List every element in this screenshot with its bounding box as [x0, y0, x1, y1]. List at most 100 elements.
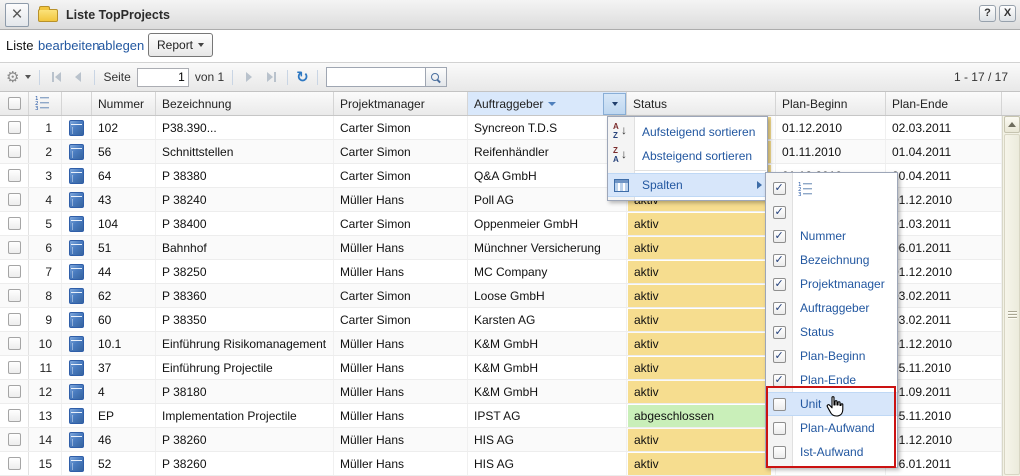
project-icon[interactable] — [69, 216, 84, 232]
checkbox-icon[interactable] — [773, 326, 786, 339]
icon-column-header[interactable] — [62, 92, 92, 115]
column-header-bezeichnung[interactable]: Bezeichnung — [156, 92, 334, 115]
column-header-projektmanager[interactable]: Projektmanager — [334, 92, 468, 115]
column-header-plan-ende[interactable]: Plan-Ende — [886, 92, 1002, 115]
menu-link-ablegen[interactable]: ablegen — [98, 38, 144, 53]
checkbox-unchecked-icon[interactable] — [770, 419, 788, 437]
checkbox-icon[interactable] — [773, 398, 786, 411]
project-icon[interactable] — [69, 240, 84, 256]
column-toggle-icon-column[interactable] — [766, 200, 897, 224]
page-number-input[interactable] — [137, 68, 189, 87]
project-icon[interactable] — [69, 192, 84, 208]
checkbox-checked-icon[interactable] — [770, 275, 788, 293]
column-toggle-nummer[interactable]: Nummer — [766, 224, 897, 248]
refresh-icon[interactable]: ↻ — [296, 70, 309, 85]
checkbox-checked-icon[interactable] — [770, 227, 788, 245]
project-icon[interactable] — [69, 168, 84, 184]
project-icon[interactable] — [69, 384, 84, 400]
project-icon[interactable] — [69, 432, 84, 448]
checkbox-checked-icon[interactable] — [770, 371, 788, 389]
row-checkbox[interactable] — [8, 433, 21, 446]
column-toggle-bezeichnung[interactable]: Bezeichnung — [766, 248, 897, 272]
row-checkbox[interactable] — [8, 193, 21, 206]
row-checkbox[interactable] — [8, 241, 21, 254]
project-icon[interactable] — [69, 144, 84, 160]
project-icon[interactable] — [69, 264, 84, 280]
previous-page-button[interactable] — [70, 69, 86, 85]
project-icon[interactable] — [69, 408, 84, 424]
checkbox-unchecked-icon[interactable] — [770, 443, 788, 461]
checkbox-icon[interactable] — [773, 422, 786, 435]
checkbox-icon[interactable] — [773, 350, 786, 363]
column-toggle-ist-aufwand[interactable]: Ist-Aufwand — [766, 440, 897, 464]
project-icon[interactable] — [69, 336, 84, 352]
vertical-scrollbar[interactable] — [1002, 116, 1020, 476]
column-header-plan-beginn[interactable]: Plan-Beginn — [776, 92, 886, 115]
row-checkbox[interactable] — [8, 169, 21, 182]
column-toggle-plan-aufwand[interactable]: Plan-Aufwand — [766, 416, 897, 440]
select-all-checkbox-cell[interactable] — [0, 92, 29, 115]
search-button[interactable] — [425, 67, 447, 87]
column-toggle-plan-ende[interactable]: Plan-Ende — [766, 368, 897, 392]
column-header-nummer[interactable]: Nummer — [92, 92, 156, 115]
checkbox-icon[interactable] — [773, 230, 786, 243]
next-page-button[interactable] — [241, 69, 257, 85]
gear-icon[interactable]: ⚙ — [6, 70, 19, 85]
checkbox-icon[interactable] — [773, 278, 786, 291]
row-checkbox[interactable] — [8, 217, 21, 230]
project-icon[interactable] — [69, 312, 84, 328]
checkbox-icon[interactable] — [773, 374, 786, 387]
checkbox-icon[interactable] — [773, 254, 786, 267]
window-close-button[interactable]: X — [999, 5, 1016, 22]
help-button[interactable]: ? — [979, 5, 996, 22]
menu-item-aufsteigend-sortieren[interactable]: AZ↓Aufsteigend sortieren — [608, 120, 767, 144]
table-row[interactable]: 256SchnittstellenCarter SimonReifenhändl… — [0, 140, 1002, 164]
scroll-up-button[interactable] — [1004, 116, 1020, 133]
select-all-checkbox[interactable] — [8, 97, 21, 110]
project-icon[interactable] — [69, 360, 84, 376]
close-icon[interactable]: × — [5, 3, 29, 27]
project-icon[interactable] — [69, 288, 84, 304]
column-header-status[interactable]: Status — [627, 92, 776, 115]
row-checkbox[interactable] — [8, 145, 21, 158]
checkbox-checked-icon[interactable] — [770, 299, 788, 317]
gear-dropdown-icon[interactable] — [25, 75, 31, 79]
row-checkbox[interactable] — [8, 121, 21, 134]
report-dropdown-button[interactable]: Report — [148, 33, 213, 57]
checkbox-icon[interactable] — [773, 182, 786, 195]
column-toggle-status[interactable]: Status — [766, 320, 897, 344]
checkbox-checked-icon[interactable] — [770, 203, 788, 221]
row-checkbox[interactable] — [8, 265, 21, 278]
checkbox-icon[interactable] — [773, 206, 786, 219]
table-row[interactable]: 1102P38.390...Carter SimonSyncreon T.D.S… — [0, 116, 1002, 140]
search-input[interactable] — [326, 67, 425, 87]
column-toggle-row-number[interactable]: 123 — [766, 176, 897, 200]
row-checkbox[interactable] — [8, 313, 21, 326]
column-dropdown-trigger[interactable] — [603, 93, 626, 115]
project-icon[interactable] — [69, 456, 84, 472]
last-page-button[interactable] — [263, 69, 279, 85]
row-checkbox[interactable] — [8, 361, 21, 374]
column-toggle-projektmanager[interactable]: Projektmanager — [766, 272, 897, 296]
column-toggle-unit[interactable]: Unit — [766, 392, 897, 416]
menu-item-spalten[interactable]: Spalten — [608, 173, 767, 197]
checkbox-checked-icon[interactable] — [770, 251, 788, 269]
project-icon[interactable] — [69, 120, 84, 136]
checkbox-icon[interactable] — [773, 446, 786, 459]
row-number-column-header[interactable]: 123 — [29, 92, 62, 115]
first-page-button[interactable] — [48, 69, 64, 85]
menu-item-absteigend-sortieren[interactable]: ZA↓Absteigend sortieren — [608, 144, 767, 168]
row-checkbox[interactable] — [8, 457, 21, 470]
menu-link-bearbeiten[interactable]: bearbeiten — [38, 38, 99, 53]
scrollbar-thumb[interactable] — [1004, 134, 1020, 475]
row-checkbox[interactable] — [8, 385, 21, 398]
column-toggle-auftraggeber[interactable]: Auftraggeber — [766, 296, 897, 320]
row-checkbox[interactable] — [8, 409, 21, 422]
checkbox-checked-icon[interactable] — [770, 347, 788, 365]
checkbox-unchecked-icon[interactable] — [770, 395, 788, 413]
column-toggle-plan-beginn[interactable]: Plan-Beginn — [766, 344, 897, 368]
checkbox-icon[interactable] — [773, 302, 786, 315]
row-checkbox[interactable] — [8, 289, 21, 302]
checkbox-checked-icon[interactable] — [770, 179, 788, 197]
row-checkbox[interactable] — [8, 337, 21, 350]
